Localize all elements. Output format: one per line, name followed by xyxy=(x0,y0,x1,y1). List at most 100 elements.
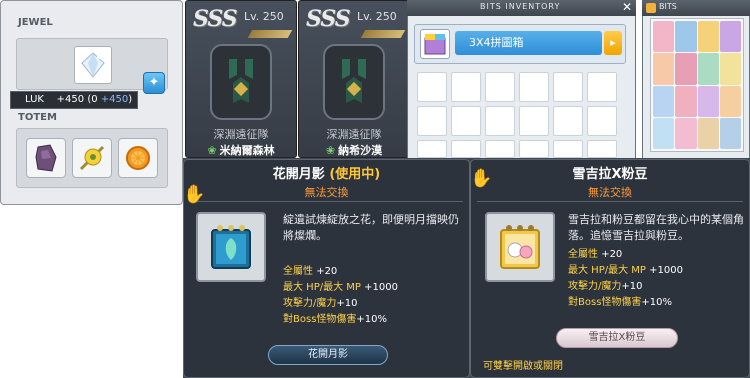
puzzle-box-icon[interactable] xyxy=(420,29,450,59)
item-name: 花開月影 xyxy=(272,167,325,182)
stat-line: 對Boss怪物傷害+10% xyxy=(283,312,387,328)
bit-piece[interactable] xyxy=(653,85,675,117)
bit-piece[interactable] xyxy=(675,21,697,53)
bit-piece[interactable] xyxy=(653,53,675,85)
bits-inventory-title: BITS INVENTORY xyxy=(480,2,561,11)
inventory-slot[interactable] xyxy=(485,106,515,136)
totem-slot-3[interactable] xyxy=(118,138,158,178)
inventory-slot[interactable] xyxy=(451,72,481,102)
bits-logo-icon xyxy=(646,3,656,13)
card-subtitle: 深淵遠征隊 xyxy=(213,128,269,141)
stat-line: 最大 HP/最大 MP +1000 xyxy=(283,280,398,296)
inventory-slot[interactable] xyxy=(417,72,447,102)
inventory-slot[interactable] xyxy=(519,140,549,158)
inventory-slot[interactable] xyxy=(519,106,549,136)
spellbook-icon xyxy=(211,225,251,269)
bit-piece[interactable] xyxy=(697,21,719,53)
inventory-slot[interactable] xyxy=(451,140,481,158)
close-button[interactable]: ✕ xyxy=(620,0,634,14)
stat-value: +450 xyxy=(56,94,85,105)
stat-line: 全屬性 +20 xyxy=(568,247,622,263)
stat-paren-open: (0 xyxy=(87,94,98,105)
purple-totem-icon xyxy=(35,144,57,172)
bit-piece[interactable] xyxy=(675,117,697,149)
inventory-slot[interactable] xyxy=(417,106,447,136)
stat-label: 攻擊力/魔力 xyxy=(568,281,622,292)
card-grade: SSS xyxy=(306,6,351,32)
jewel-section-title: JEWEL xyxy=(18,17,53,28)
item-name: 雪吉拉X粉豆 xyxy=(572,167,648,182)
card-level: Lv. 250 xyxy=(357,10,397,23)
divider xyxy=(477,201,743,202)
inventory-slot[interactable] xyxy=(587,106,617,136)
sparkle-icon: ✦ xyxy=(148,75,160,90)
tooltip-title-row: 花開月影 (使用中) xyxy=(183,163,470,182)
inventory-slot[interactable] xyxy=(485,140,515,158)
stat-line: 對Boss怪物傷害+10% xyxy=(568,295,672,311)
inventory-slot[interactable] xyxy=(587,72,617,102)
stat-value: +1000 xyxy=(364,282,398,293)
card-stripe xyxy=(360,30,406,38)
card-grade: SSS xyxy=(193,6,238,32)
card-name: ❀ 納希沙漠 xyxy=(298,142,410,158)
abyss-crest-icon xyxy=(342,59,366,103)
bit-piece[interactable] xyxy=(719,85,741,117)
inventory-slot[interactable] xyxy=(519,72,549,102)
bit-piece[interactable] xyxy=(719,21,741,53)
stat-label: 全屬性 xyxy=(568,249,598,260)
hand-cursor-icon: ✋ xyxy=(470,168,493,189)
bit-piece[interactable] xyxy=(675,53,697,85)
divider xyxy=(190,201,463,202)
stat-line: 全屬性 +20 xyxy=(283,264,337,280)
bit-piece[interactable] xyxy=(697,53,719,85)
stat-label: 攻擊力/魔力 xyxy=(283,298,337,309)
stat-label: 最大 HP/最大 MP xyxy=(568,265,646,276)
untradeable-label: 無法交換 xyxy=(304,186,349,199)
stat-line: 最大 HP/最大 MP +1000 xyxy=(568,263,683,279)
tooltip-title: 花開月影 (使用中) xyxy=(183,163,470,182)
totem-slot-1[interactable] xyxy=(26,138,66,178)
bit-piece[interactable] xyxy=(653,21,675,53)
totem-section-title: TOTEM xyxy=(18,112,57,123)
jewel-slot[interactable] xyxy=(74,46,112,84)
bit-piece[interactable] xyxy=(719,53,741,85)
stat-line: 攻擊力/魔力+10 xyxy=(568,279,642,295)
diamond-jewel-icon xyxy=(81,52,105,78)
card-name-text: 納希沙漠 xyxy=(338,144,383,157)
bit-piece[interactable] xyxy=(675,85,697,117)
bits-title: BITS xyxy=(659,2,677,11)
stat-label: 最大 HP/最大 MP xyxy=(283,282,361,293)
inventory-slot[interactable] xyxy=(553,72,583,102)
inventory-slot[interactable] xyxy=(553,106,583,136)
stat-bonus-value: +450 xyxy=(100,94,129,105)
bit-piece[interactable] xyxy=(653,117,675,149)
bits-puzzle-grid[interactable] xyxy=(650,18,744,152)
item-icon-frame xyxy=(485,212,555,282)
stat-line: 攻擊力/魔力+10 xyxy=(283,296,357,312)
stat-value: +10% xyxy=(641,297,673,308)
item-description: 雪吉拉和粉豆都留在我心中的某個角落。追憶雪吉拉與粉豆。 xyxy=(568,213,744,242)
leaf-icon: ❀ xyxy=(325,144,336,157)
title-nameplate: 雪吉拉X粉豆 xyxy=(556,328,678,348)
totem-slot-2[interactable] xyxy=(72,138,112,178)
stat-value: +20 xyxy=(316,266,338,277)
stat-label: 對Boss怪物傷害 xyxy=(568,297,642,308)
inventory-slot[interactable] xyxy=(417,140,447,158)
inventory-slot[interactable] xyxy=(485,72,515,102)
inventory-slot[interactable] xyxy=(587,140,617,158)
snowman-pinkbean-book-icon xyxy=(500,225,540,269)
bit-piece[interactable] xyxy=(697,85,719,117)
inventory-slot[interactable] xyxy=(553,140,583,158)
jewel-apply-button[interactable]: ✦ xyxy=(143,72,165,94)
sunflower-totem-icon xyxy=(79,145,105,171)
selected-item-name[interactable]: 3X4拼圖箱 xyxy=(455,31,602,55)
stat-label: 對Boss怪物傷害 xyxy=(283,314,357,325)
next-arrow-button[interactable]: ▸ xyxy=(604,31,622,55)
bit-piece[interactable] xyxy=(719,117,741,149)
title-nameplate: 花開月影 xyxy=(268,345,388,365)
bit-piece[interactable] xyxy=(697,117,719,149)
inventory-slot[interactable] xyxy=(451,106,481,136)
card-level: Lv. 250 xyxy=(244,10,284,23)
stat-value: +1000 xyxy=(649,265,683,276)
usage-hint: 可雙擊開啟或關閉 xyxy=(483,361,563,372)
